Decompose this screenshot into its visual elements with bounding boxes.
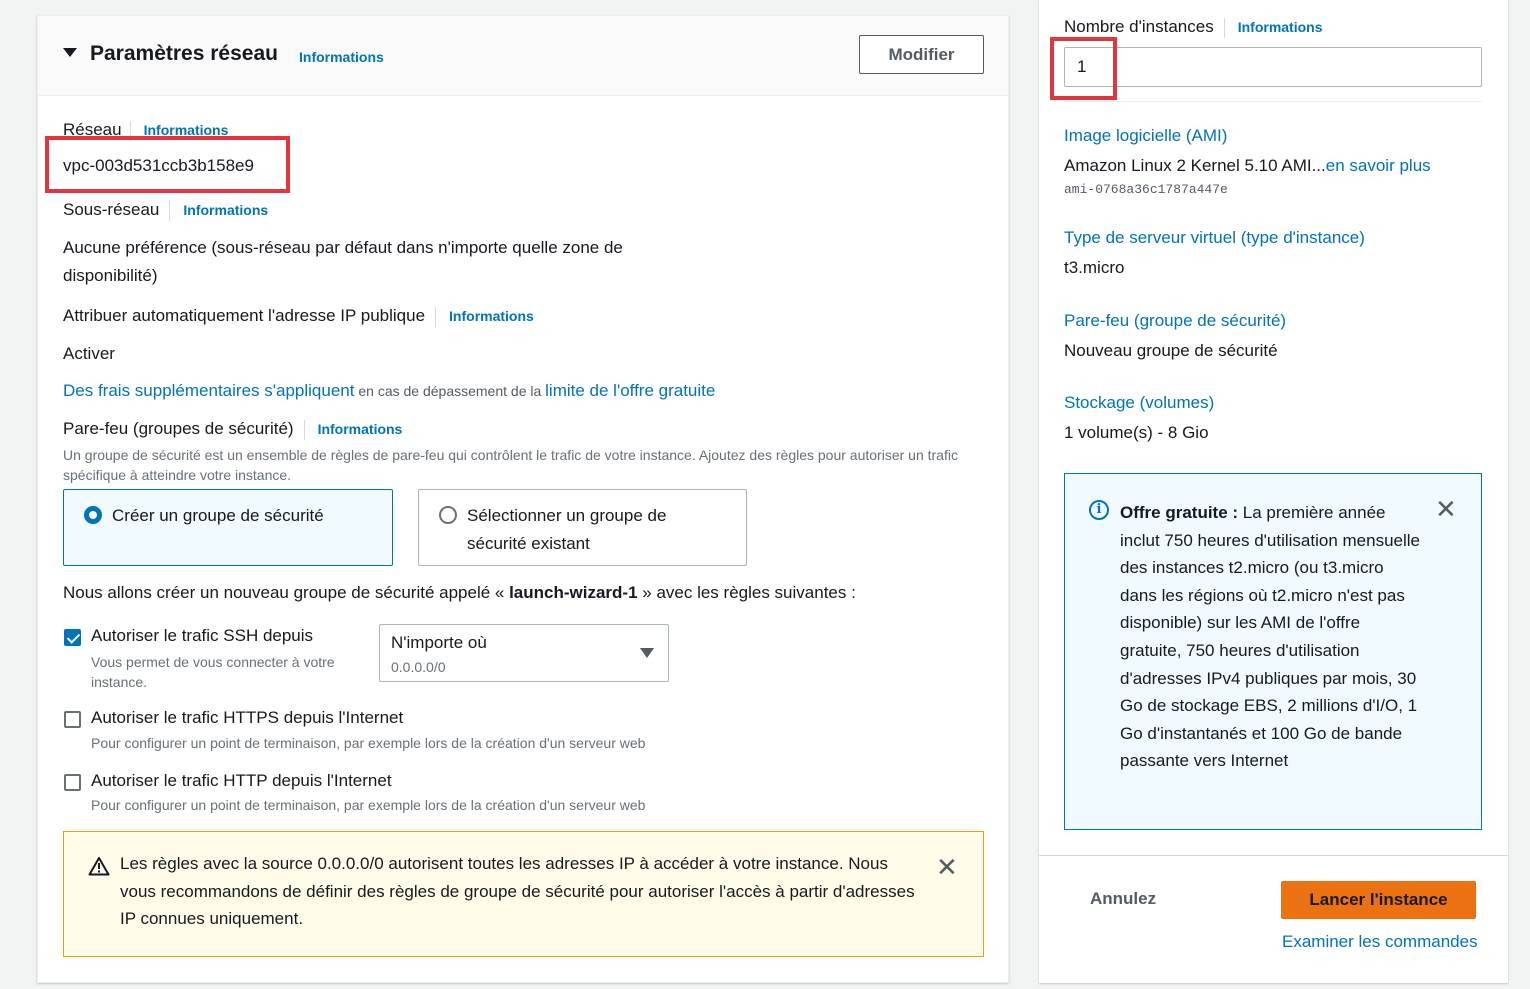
close-icon[interactable]: ✕ <box>936 854 958 880</box>
instance-type-value: t3.micro <box>1064 258 1125 277</box>
panel-title: Paramètres réseau <box>90 42 278 65</box>
ami-title-link[interactable]: Image logicielle (AMI) <box>1064 126 1227 146</box>
cancel-button[interactable]: Annulez <box>1090 889 1156 909</box>
highlight-box <box>45 136 290 193</box>
auto-ip-info-link[interactable]: Informations <box>449 308 534 324</box>
ssh-source-select[interactable]: N'importe où 0.0.0.0/0 <box>379 624 669 682</box>
radio-create-security-group[interactable]: Créer un groupe de sécurité <box>63 489 393 566</box>
subnet-label: Sous-réseau <box>63 200 160 219</box>
http-description: Pour configurer un point de terminaison,… <box>91 797 646 813</box>
https-label: Autoriser le trafic HTTPS depuis l'Inter… <box>91 708 404 727</box>
firewall-description: Un groupe de sécurité est un ensemble de… <box>63 447 958 483</box>
info-link[interactable]: Informations <box>299 49 384 65</box>
http-checkbox[interactable] <box>64 774 81 791</box>
divider <box>169 200 171 221</box>
radio-button-selected[interactable] <box>84 506 102 524</box>
instances-label: Nombre d'instances <box>1064 17 1214 36</box>
radio-select-label: Sélectionner un groupe de sécurité exist… <box>467 506 667 553</box>
ssh-source-value: N'importe où <box>391 633 487 652</box>
http-label: Autoriser le trafic HTTP depuis l'Intern… <box>91 771 392 790</box>
security-group-name: launch-wizard-1 <box>509 583 638 602</box>
firewall-label: Pare-feu (groupes de sécurité) <box>63 419 294 438</box>
auto-ip-label: Attribuer automatiquement l'adresse IP p… <box>63 306 426 325</box>
network-settings-panel: Paramètres réseau Informations Modifier … <box>37 15 1009 983</box>
subnet-info-link[interactable]: Informations <box>183 202 268 218</box>
instances-label-row: Nombre d'instances Informations <box>1064 17 1323 38</box>
divider <box>435 306 437 327</box>
new-group-text-post: » avec les règles suivantes : <box>637 583 856 602</box>
highlight-box <box>1050 37 1117 100</box>
fees-notice: Des frais supplémentaires s'appliquent e… <box>63 381 715 401</box>
firewall-value: Nouveau groupe de sécurité <box>1064 341 1278 360</box>
ssh-source-cidr: 0.0.0.0/0 <box>391 659 446 675</box>
free-tier-alert: i Offre gratuite : La première année inc… <box>1064 473 1482 830</box>
firewall-title-link[interactable]: Pare-feu (groupe de sécurité) <box>1064 311 1286 331</box>
ami-more-link[interactable]: en savoir plus <box>1326 156 1431 175</box>
radio-create-label: Créer un groupe de sécurité <box>112 506 324 525</box>
warning-alert: Les règles avec la source 0.0.0.0/0 auto… <box>63 831 984 957</box>
free-tier-title: Offre gratuite : <box>1120 503 1239 522</box>
launch-instance-button[interactable]: Lancer l'instance <box>1281 881 1476 919</box>
instances-info-link[interactable]: Informations <box>1238 19 1323 35</box>
storage-title-link[interactable]: Stockage (volumes) <box>1064 393 1214 413</box>
new-group-notice: Nous allons créer un nouveau groupe de s… <box>63 583 856 603</box>
collapse-caret-icon[interactable] <box>63 48 77 57</box>
ssh-label: Autoriser le trafic SSH depuis <box>91 626 314 645</box>
ami-value: Amazon Linux 2 Kernel 5.10 AMI... <box>1064 156 1326 175</box>
free-tier-body: La première année inclut 750 heures d'ut… <box>1120 503 1420 771</box>
summary-panel: Nombre d'instances Informations Image log… <box>1039 0 1508 983</box>
auto-ip-value: Activer <box>63 344 115 363</box>
divider <box>1223 17 1225 38</box>
warning-text: Les règles avec la source 0.0.0.0/0 auto… <box>120 854 915 928</box>
https-description: Pour configurer un point de terminaison,… <box>91 735 646 751</box>
subnet-label-row: Sous-réseau Informations <box>63 200 268 221</box>
firewall-label-row: Pare-feu (groupes de sécurité) Informatio… <box>63 419 402 440</box>
review-commands-link[interactable]: Examiner les commandes <box>1282 932 1478 952</box>
close-icon[interactable]: ✕ <box>1435 496 1457 522</box>
instance-type-title-link[interactable]: Type de serveur virtuel (type d'instance… <box>1064 228 1365 248</box>
radio-button[interactable] <box>439 506 457 524</box>
subnet-value: Aucune préférence (sous-réseau par défau… <box>63 238 623 285</box>
ssh-checkbox[interactable] <box>64 629 81 646</box>
dropdown-caret-icon <box>640 648 654 658</box>
free-tier-text: Offre gratuite : La première année inclu… <box>1120 499 1425 775</box>
new-group-text-pre: Nous allons créer un nouveau groupe de s… <box>63 583 510 602</box>
instance-count-input[interactable] <box>1064 47 1482 87</box>
ami-id: ami-0768a36c1787a447e <box>1064 182 1228 197</box>
https-checkbox[interactable] <box>64 711 81 728</box>
ami-value-row: Amazon Linux 2 Kernel 5.10 AMI...en savo… <box>1064 156 1431 176</box>
radio-select-existing-group[interactable]: Sélectionner un groupe de sécurité exist… <box>418 489 747 566</box>
ssh-description: Vous permet de vous connecter à votre in… <box>91 654 335 690</box>
warning-icon <box>88 857 110 876</box>
auto-ip-label-row: Attribuer automatiquement l'adresse IP p… <box>63 306 534 327</box>
fees-text: en cas de dépassement de la <box>354 383 546 399</box>
divider <box>303 419 305 440</box>
storage-value: 1 volume(s) - 8 Gio <box>1064 423 1209 442</box>
divider <box>1064 101 1482 102</box>
divider <box>1039 855 1508 856</box>
panel-header: Paramètres réseau Informations Modifier <box>38 16 1008 96</box>
info-icon: i <box>1089 500 1109 520</box>
firewall-info-link[interactable]: Informations <box>318 421 403 437</box>
fees-link[interactable]: Des frais supplémentaires s'appliquent <box>63 381 354 400</box>
modify-button[interactable]: Modifier <box>859 35 984 74</box>
free-tier-limit-link[interactable]: limite de l'offre gratuite <box>545 381 715 400</box>
